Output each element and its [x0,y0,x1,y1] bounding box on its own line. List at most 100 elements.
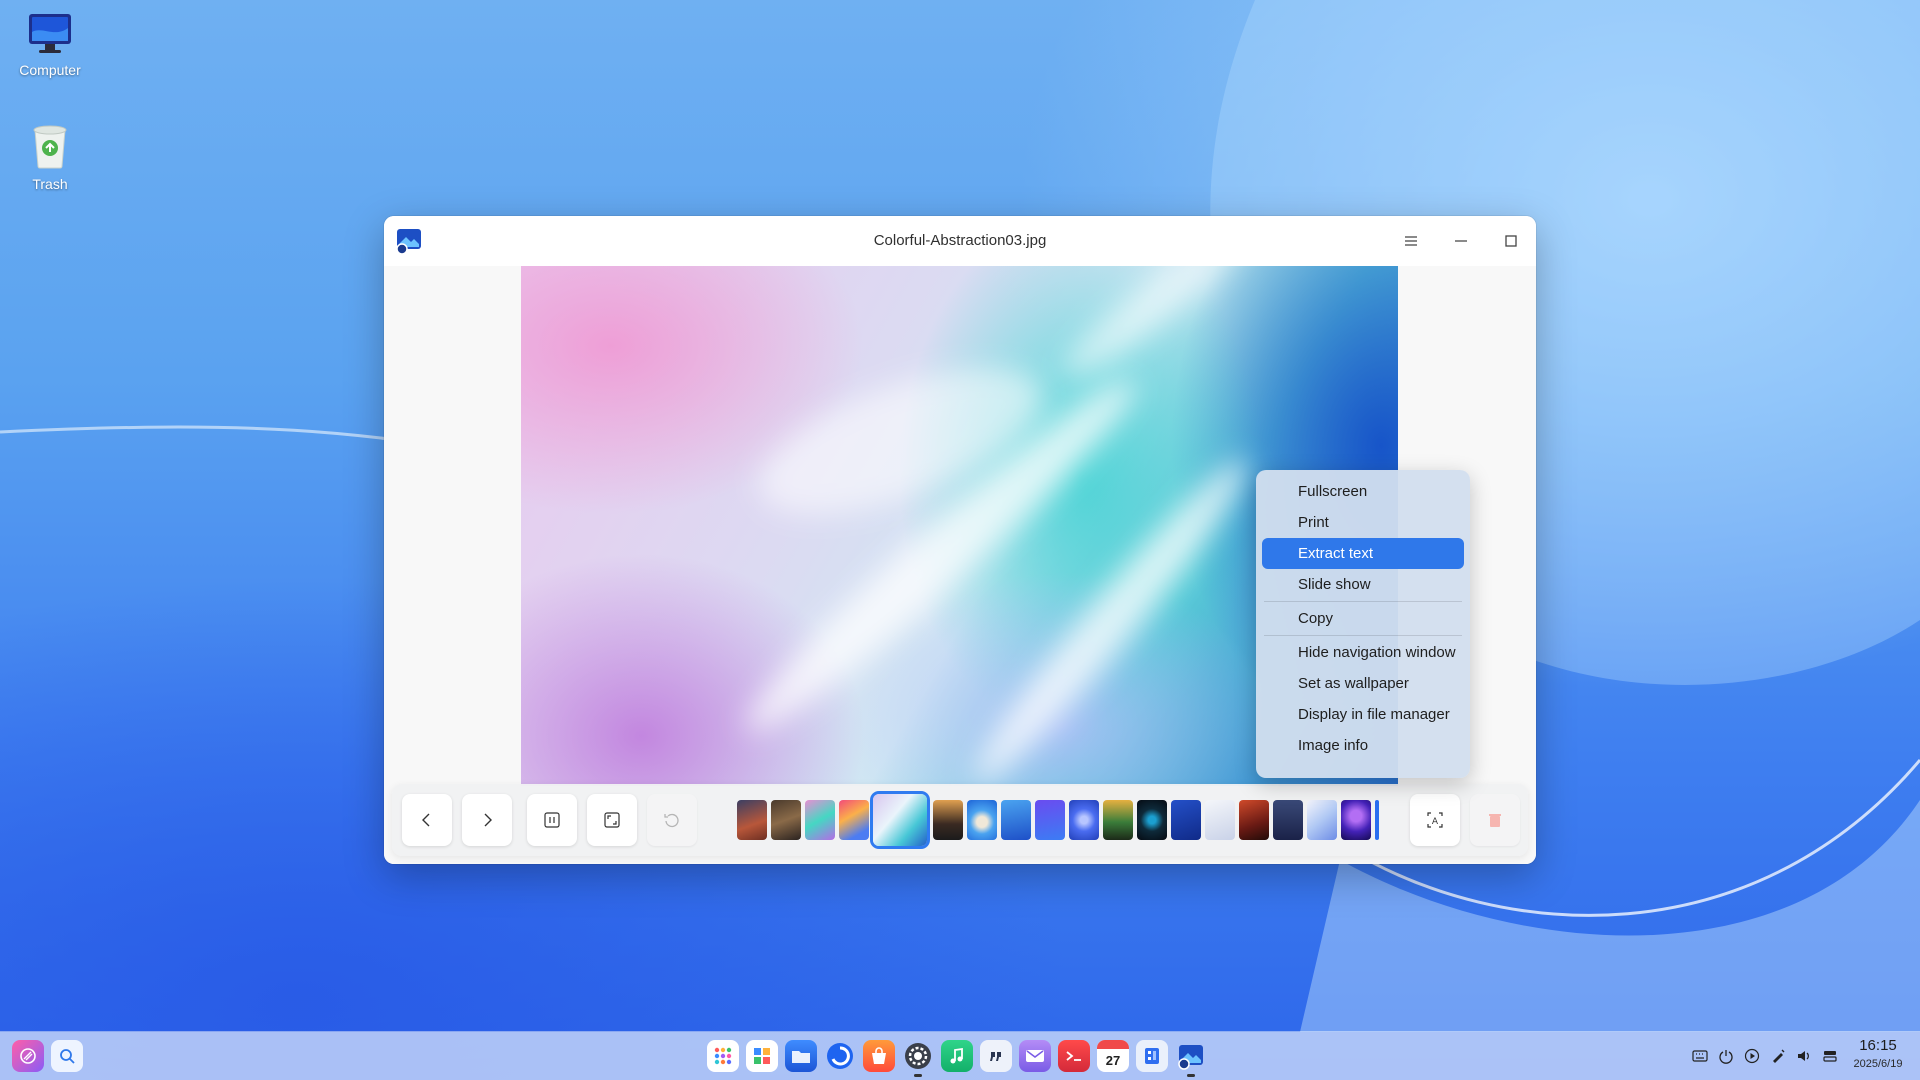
thumbnail[interactable] [839,800,869,840]
power-icon [1719,1050,1733,1064]
ocr-icon: A [1427,812,1443,828]
search-button[interactable] [51,1040,83,1072]
desktop-computer-label: Computer [19,62,81,78]
pen-tray[interactable] [1768,1046,1788,1066]
maximize-icon [1505,235,1517,247]
thumbnail[interactable] [1341,800,1371,840]
computer-icon [29,14,71,53]
browser-button[interactable] [824,1040,856,1072]
calendar-header [1097,1040,1129,1049]
power-tray[interactable] [1716,1046,1736,1066]
trash-icon [33,125,67,169]
maximize-button[interactable] [1491,221,1531,261]
search-icon [60,1049,75,1064]
settings-button[interactable] [902,1040,934,1077]
menu-item-copy[interactable]: Copy [1262,603,1464,634]
browser-icon [827,1043,853,1069]
clock-date[interactable]: 2025/6/19 [1848,1058,1908,1070]
terminal-button[interactable] [1058,1040,1090,1072]
thumbnail[interactable] [1001,800,1031,840]
multitask-icon [754,1048,770,1064]
previous-icon [422,813,430,827]
menu-item-print[interactable]: Print [1262,507,1464,538]
previous-button[interactable] [402,794,452,846]
fit-window-icon [604,812,620,828]
multitask-button[interactable] [746,1040,778,1072]
app-grid-button[interactable] [707,1040,739,1072]
next-icon [484,813,492,827]
thumbnail[interactable] [933,800,963,840]
running-indicator [1187,1074,1195,1077]
menu-separator [1264,601,1462,602]
thumbnail[interactable] [1307,800,1337,840]
desktop-trash[interactable]: Trash [0,124,100,192]
pen-icon [1773,1049,1785,1063]
rotate-button[interactable] [647,794,697,846]
calendar-button[interactable]: 27 [1097,1040,1129,1072]
rotate-icon [664,813,679,828]
calendar-day: 27 [1105,1052,1121,1068]
volume-tray[interactable] [1794,1046,1814,1066]
app-store-button[interactable] [863,1040,895,1072]
delete-button[interactable] [1470,794,1520,846]
context-menu: Fullscreen Print Extract text Slide show… [1256,470,1470,778]
minimize-button[interactable] [1441,221,1481,261]
fit-window-button[interactable] [587,794,637,846]
window-title: Colorful-Abstraction03.jpg [873,232,1047,249]
menu-item-fullscreen[interactable]: Fullscreen [1262,476,1464,507]
menu-item-hide-navigation[interactable]: Hide navigation window [1262,637,1464,668]
thumbnail[interactable] [1103,800,1133,840]
keyboard-tray[interactable] [1690,1046,1710,1066]
storage-icon [1823,1051,1837,1062]
thumbnail[interactable] [1239,800,1269,840]
thumbnail[interactable] [1035,800,1065,840]
thumbnail[interactable] [737,800,767,840]
menu-item-image-info[interactable]: Image info [1262,730,1464,761]
menu-item-display-in-file-manager[interactable]: Display in file manager [1262,699,1464,730]
clock-time[interactable]: 16:15 [1848,1037,1908,1054]
thumbnail[interactable] [805,800,835,840]
thumbnail-strip [737,794,1379,846]
media-tray[interactable] [1742,1046,1762,1066]
launcher-button[interactable] [12,1040,44,1072]
terminal-icon [1066,1051,1081,1061]
minimize-icon [1455,240,1467,242]
original-size-button[interactable] [527,794,577,846]
menu-icon [1405,236,1417,246]
document-button[interactable] [1136,1040,1168,1072]
taskbar: 27 16:15 2025/6/19 [0,1032,1920,1080]
bottom-toolbar: A [392,784,1528,856]
document-icon [1145,1048,1159,1064]
settings-icon [905,1043,931,1069]
mail-icon [1026,1050,1044,1062]
next-button[interactable] [462,794,512,846]
notes-button[interactable] [980,1040,1012,1072]
desktop-computer[interactable]: Computer [0,12,100,78]
storage-tray[interactable] [1820,1046,1840,1066]
mail-button[interactable] [1019,1040,1051,1072]
menu-button[interactable] [1391,221,1431,261]
volume-icon [1798,1051,1809,1061]
menu-item-set-wallpaper[interactable]: Set as wallpaper [1262,668,1464,699]
image-viewer-taskbar-button[interactable] [1175,1040,1207,1077]
thumbnail[interactable] [1069,800,1099,840]
image-viewer-icon [1178,1045,1203,1070]
menu-item-extract-text[interactable]: Extract text [1262,538,1464,569]
music-button[interactable] [941,1040,973,1072]
titlebar[interactable]: Colorful-Abstraction03.jpg [384,216,1536,266]
keyboard-icon [1692,1050,1708,1062]
thumbnail[interactable] [1205,800,1235,840]
extract-text-button[interactable]: A [1410,794,1460,846]
thumbnail-current[interactable] [873,794,927,846]
thumbnail[interactable] [1137,800,1167,840]
launcher-icon [20,1048,36,1064]
file-manager-icon [792,1051,810,1063]
thumbnail[interactable] [967,800,997,840]
thumbnail[interactable] [1375,800,1379,840]
thumbnail[interactable] [1171,800,1201,840]
thumbnail[interactable] [771,800,801,840]
thumbnail[interactable] [1273,800,1303,840]
app-grid-icon [714,1047,732,1065]
menu-item-slide-show[interactable]: Slide show [1262,569,1464,600]
file-manager-button[interactable] [785,1040,817,1072]
